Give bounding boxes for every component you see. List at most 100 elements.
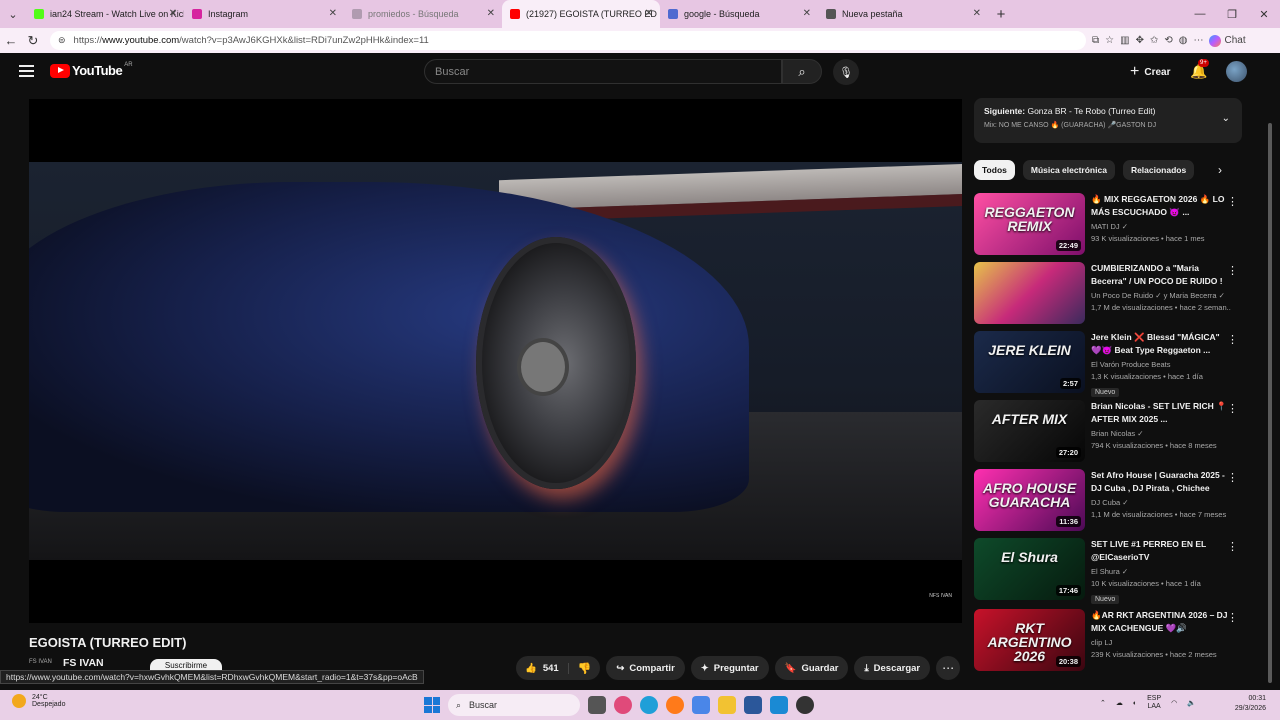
recommendation-title[interactable]: Brian Nicolas - SET LIVE RICH 📍 AFTER MI…: [1091, 400, 1231, 426]
site-info-icon[interactable]: ⊜: [58, 35, 66, 46]
weather-widget[interactable]: 24°C Despejado: [12, 694, 65, 708]
tab-close-icon[interactable]: ✕: [803, 8, 811, 19]
volume-icon[interactable]: 🔈: [1187, 699, 1196, 707]
app-tray-icon[interactable]: ◐: [1133, 700, 1137, 707]
store-icon[interactable]: [744, 696, 762, 714]
language-indicator[interactable]: ESP LAA: [1147, 695, 1161, 711]
reload-icon[interactable]: ↻: [22, 33, 44, 49]
tab-list-icon[interactable]: ⌄: [0, 0, 26, 28]
create-button[interactable]: + Crear: [1120, 59, 1180, 85]
search-button[interactable]: ⌕: [782, 59, 822, 84]
scrollbar-thumb[interactable]: [1268, 123, 1272, 683]
video-frame[interactable]: [29, 162, 962, 560]
url-bar[interactable]: ⊜ https://www.youtube.com/watch?v=p3AwJ6…: [50, 31, 1086, 50]
page-scrollbar[interactable]: [1268, 123, 1274, 703]
recommendation-title[interactable]: SET LIVE #1 PERREO EN EL @ElCaserioTV: [1091, 538, 1231, 564]
youtube-logo[interactable]: YouTube AR: [50, 62, 133, 78]
back-icon[interactable]: ←: [0, 33, 22, 48]
kebab-menu-icon[interactable]: ⋮: [1227, 402, 1238, 415]
dislike-button[interactable]: 👎: [569, 662, 601, 675]
download-button[interactable]: ⤓ Descargar: [854, 656, 931, 680]
tab-1[interactable]: Instagram ✕: [184, 0, 344, 28]
recommendation-channel[interactable]: Un Poco De Ruido ✓ y Maria Becerra ✓: [1091, 291, 1231, 300]
search-input[interactable]: Buscar: [424, 59, 782, 84]
channel-avatar[interactable]: FS IVAN: [29, 659, 52, 665]
video-player[interactable]: NFS IVAN: [29, 99, 962, 623]
recommendation-channel[interactable]: clip LJ: [1091, 638, 1231, 647]
recommendation-title[interactable]: Set Afro House | Guaracha 2025 - DJ Cuba…: [1091, 469, 1231, 495]
tab-close-icon[interactable]: ✕: [973, 8, 981, 19]
recommendation-thumbnail[interactable]: REGGAETON REMIX 22:49: [974, 193, 1085, 255]
recommendation-title[interactable]: Jere Klein ❌ Blessd "MÁGICA" 💜😈 Beat Typ…: [1091, 331, 1231, 357]
chip-0[interactable]: Todos: [974, 160, 1015, 180]
recommendation-item[interactable]: CUMBIERIZANDO a "Maria Becerra" / UN POC…: [974, 262, 1242, 326]
more-icon[interactable]: ⋯: [1193, 35, 1203, 46]
recommendation-thumbnail[interactable]: RKT ARGENTINO 2026 20:38: [974, 609, 1085, 671]
firefox-icon[interactable]: [666, 696, 684, 714]
kebab-menu-icon[interactable]: ⋮: [1227, 611, 1238, 624]
split-screen-icon[interactable]: ▥: [1120, 35, 1129, 46]
wifi-icon[interactable]: ◠: [1171, 699, 1177, 707]
file-explorer-icon[interactable]: [718, 696, 736, 714]
extension-icon[interactable]: ⧉: [1092, 35, 1099, 46]
like-button[interactable]: 👍 541: [516, 662, 569, 674]
more-actions-button[interactable]: ⋯: [936, 656, 961, 680]
tab-0[interactable]: ian24 Stream - Watch Live on Kick ✕: [26, 0, 184, 28]
tab-close-icon[interactable]: ✕: [487, 8, 495, 19]
recommendation-item[interactable]: El Shura 17:46 SET LIVE #1 PERREO EN EL @E…: [974, 538, 1242, 604]
recommendation-channel[interactable]: El Shura ✓: [1091, 567, 1231, 576]
tab-5[interactable]: Nueva pestaña ✕: [818, 0, 988, 28]
edge-icon[interactable]: [640, 696, 658, 714]
channel-name[interactable]: FS IVAN: [63, 657, 104, 669]
chevron-right-icon[interactable]: ›: [1218, 163, 1222, 177]
task-view-icon[interactable]: [588, 696, 606, 714]
kebab-menu-icon[interactable]: ⋮: [1227, 195, 1238, 208]
account-avatar[interactable]: [1226, 61, 1247, 82]
minimize-icon[interactable]: —: [1184, 8, 1216, 21]
chevron-down-icon[interactable]: ⌄: [1222, 113, 1230, 124]
up-next-panel[interactable]: Siguiente: Gonza BR - Te Robo (Turreo Ed…: [974, 98, 1242, 143]
history-icon[interactable]: ⟲: [1164, 35, 1172, 46]
recommendation-channel[interactable]: MATI DJ ✓: [1091, 222, 1231, 231]
tab-close-icon[interactable]: ✕: [329, 8, 337, 19]
restore-icon[interactable]: ❐: [1216, 8, 1248, 21]
taskbar-search[interactable]: ⌕ Buscar: [448, 694, 580, 716]
chip-2[interactable]: Relacionados: [1122, 160, 1195, 180]
recommendation-item[interactable]: RKT ARGENTINO 2026 20:38 🔥AR RKT ARGENTINA…: [974, 609, 1242, 673]
recommendation-title[interactable]: 🔥 MIX REGGAETON 2026 🔥 LO MÁS ESCUCHADO …: [1091, 193, 1231, 219]
taskbar-clock[interactable]: 00:31 29/3/2026: [1235, 694, 1266, 714]
copilot-chat-button[interactable]: Chat: [1209, 34, 1246, 47]
onedrive-icon[interactable]: ☁: [1116, 699, 1123, 707]
recommendation-title[interactable]: 🔥AR RKT ARGENTINA 2026 – DJ MIX CACHENGU…: [1091, 609, 1231, 635]
kebab-menu-icon[interactable]: ⋮: [1227, 333, 1238, 346]
recommendation-item[interactable]: JERE KLEIN 2:57 Jere Klein ❌ Blessd "MÁGIC…: [974, 331, 1242, 397]
app-icon-2[interactable]: [796, 696, 814, 714]
outlook-icon[interactable]: [770, 696, 788, 714]
close-window-icon[interactable]: ✕: [1248, 8, 1280, 21]
favorites-icon[interactable]: ☆: [1105, 35, 1114, 46]
recommendation-channel[interactable]: DJ Cuba ✓: [1091, 498, 1231, 507]
chevron-up-icon[interactable]: ⌃: [1100, 699, 1106, 707]
recommendation-thumbnail[interactable]: AFRO HOUSE GUARACHA 11:36: [974, 469, 1085, 531]
recommendation-thumbnail[interactable]: El Shura 17:46: [974, 538, 1085, 600]
tab-close-icon[interactable]: ✕: [169, 8, 177, 19]
voice-search-button[interactable]: 🎙: [833, 59, 859, 85]
recommendation-channel[interactable]: Brian Nicolas ✓: [1091, 429, 1231, 438]
windows-start-icon[interactable]: [424, 697, 440, 713]
tab-4[interactable]: google - Búsqueda ✕: [660, 0, 818, 28]
kebab-menu-icon[interactable]: ⋮: [1227, 471, 1238, 484]
tab-2[interactable]: promiedos - Búsqueda ✕: [344, 0, 502, 28]
tab-3[interactable]: (21927) EGOISTA (TURREO ED ✕: [502, 0, 660, 28]
recommendation-thumbnail[interactable]: AFTER MIX 27:20: [974, 400, 1085, 462]
new-tab-button[interactable]: +: [988, 6, 1014, 23]
recommendation-channel[interactable]: El Varón Produce Beats: [1091, 360, 1231, 369]
collections-icon[interactable]: ✩: [1150, 35, 1158, 46]
save-button[interactable]: 🔖 Guardar: [774, 656, 849, 680]
share-button[interactable]: ↪ Compartir: [606, 656, 685, 680]
notifications-button[interactable]: 🔔 9+: [1190, 59, 1209, 80]
profile-icon[interactable]: ◍: [1179, 35, 1188, 46]
recommendation-item[interactable]: AFRO HOUSE GUARACHA 11:36 Set Afro House |…: [974, 469, 1242, 533]
kebab-menu-icon[interactable]: ⋮: [1227, 264, 1238, 277]
menu-icon[interactable]: [19, 65, 34, 77]
recommendation-item[interactable]: AFTER MIX 27:20 Brian Nicolas - SET LIVE R…: [974, 400, 1242, 464]
